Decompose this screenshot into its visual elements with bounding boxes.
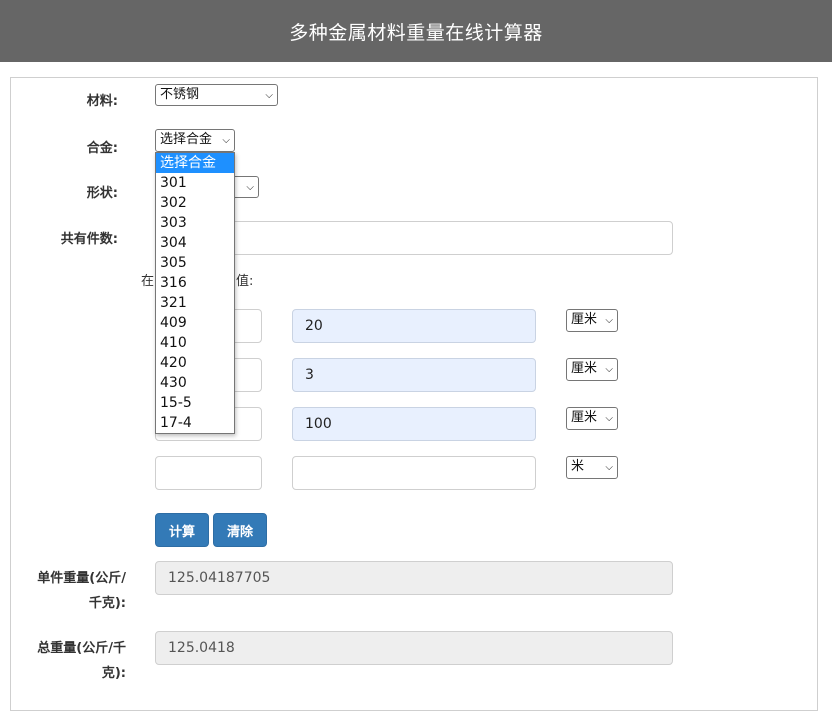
alloy-select[interactable]: 选择合金 ⌵: [155, 129, 235, 152]
total-weight-label-line2: 克):: [101, 666, 126, 681]
shape-label: 形状:: [86, 186, 118, 201]
unit-weight-label-line1: 单件重量(公斤/: [37, 571, 126, 586]
chevron-down-icon: ⌵: [222, 135, 230, 146]
alloy-option[interactable]: 420: [156, 353, 234, 373]
dim-unit-select-2[interactable]: 厘米 ⌵: [566, 358, 618, 381]
dimension-note-start: 在: [141, 274, 155, 289]
chevron-down-icon: ⌵: [605, 462, 613, 473]
dim-unit-select-3[interactable]: 厘米 ⌵: [566, 407, 618, 430]
unit-weight-label-line2: 千克):: [88, 596, 126, 611]
alloy-option[interactable]: 15-5: [156, 393, 234, 413]
material-select[interactable]: 不锈钢 ⌵: [155, 84, 278, 106]
alloy-option[interactable]: 305: [156, 253, 234, 273]
chevron-down-icon: ⌵: [605, 413, 613, 424]
dim-left-input-4[interactable]: [155, 456, 262, 490]
alloy-dropdown-list: 选择合金 301 302 303 304 305 316 321 409 410 420 430 15-…: [155, 152, 235, 434]
chevron-down-icon: ⌵: [265, 90, 273, 101]
total-weight-output[interactable]: 125.0418: [155, 631, 673, 665]
alloy-option[interactable]: 301: [156, 173, 234, 193]
calculator-panel: [10, 77, 818, 711]
chevron-down-icon: ⌵: [605, 364, 613, 375]
dim-unit-value: 米: [571, 459, 585, 474]
total-weight-label-line1: 总重量(公斤/千: [37, 641, 126, 656]
alloy-option[interactable]: 304: [156, 233, 234, 253]
alloy-option[interactable]: 321: [156, 293, 234, 313]
alloy-option[interactable]: 17-4: [156, 413, 234, 433]
alloy-option[interactable]: 316: [156, 273, 234, 293]
dim-unit-value: 厘米: [571, 410, 598, 425]
dim-unit-select-4[interactable]: 米 ⌵: [566, 456, 618, 479]
count-label: 共有件数:: [60, 232, 118, 247]
chevron-down-icon: ⌵: [605, 315, 613, 326]
page-header: 多种金属材料重量在线计算器: [0, 0, 832, 62]
calculate-button[interactable]: 计算: [155, 513, 209, 547]
dim-unit-select-1[interactable]: 厘米 ⌵: [566, 309, 618, 332]
dim-value-input-1[interactable]: 20: [292, 309, 536, 343]
dim-unit-value: 厘米: [571, 312, 598, 327]
dim-value-input-3[interactable]: 100: [292, 407, 536, 441]
clear-button[interactable]: 清除: [213, 513, 267, 547]
dimension-note-end: 值:: [236, 274, 254, 289]
alloy-option[interactable]: 409: [156, 313, 234, 333]
alloy-option[interactable]: 选择合金: [156, 153, 234, 173]
dim-value-input-2[interactable]: 3: [292, 358, 536, 392]
alloy-option[interactable]: 410: [156, 333, 234, 353]
material-select-value: 不锈钢: [160, 87, 200, 102]
page-title: 多种金属材料重量在线计算器: [289, 21, 543, 44]
alloy-option[interactable]: 302: [156, 193, 234, 213]
unit-weight-output[interactable]: 125.04187705: [155, 561, 673, 595]
material-label: 材料:: [86, 94, 118, 109]
alloy-select-value: 选择合金: [160, 132, 213, 147]
alloy-option[interactable]: 430: [156, 373, 234, 393]
alloy-option[interactable]: 303: [156, 213, 234, 233]
alloy-label: 合金:: [86, 141, 118, 156]
dim-unit-value: 厘米: [571, 361, 598, 376]
chevron-down-icon: ⌵: [246, 182, 254, 193]
dim-value-input-4[interactable]: [292, 456, 536, 490]
